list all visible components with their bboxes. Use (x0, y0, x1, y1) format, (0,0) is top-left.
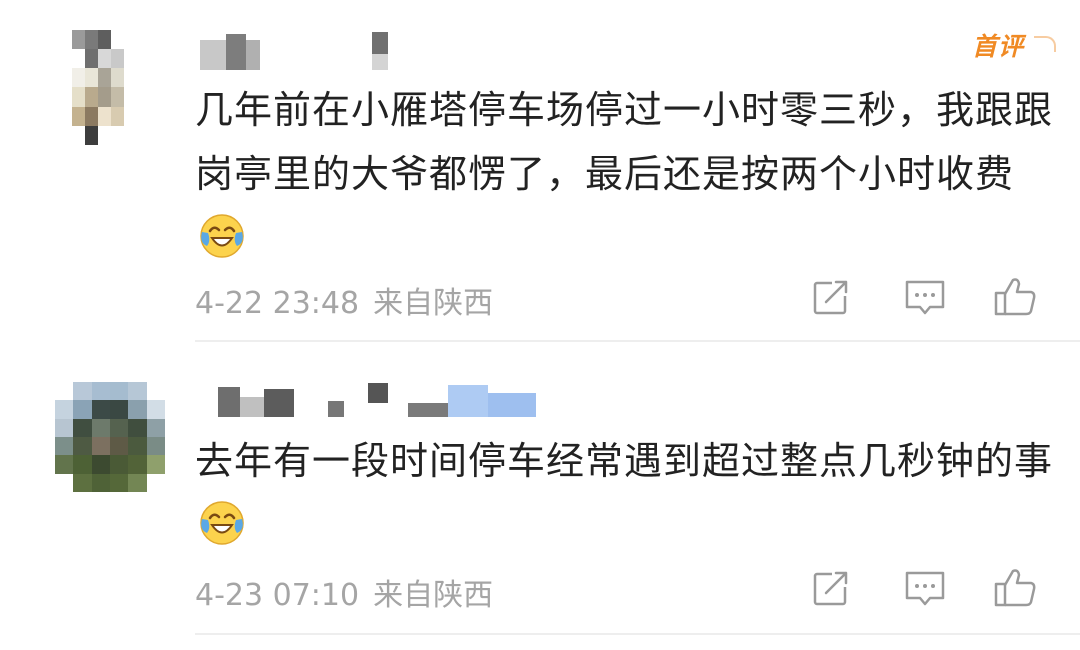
like-icon (994, 278, 1036, 316)
comment-actions (800, 563, 1050, 613)
repost-icon (813, 569, 850, 606)
comment-actions (800, 272, 1050, 322)
comment-date: 4-22 23:48 (195, 286, 360, 321)
comment-location: 来自陕西 (373, 578, 494, 613)
first-comment-badge: 首评 (972, 30, 1056, 64)
comment-item: 去年有一段时间停车经常遇到超过整点几秒钟的事 4-23 07:10 来自陕西 (0, 345, 1080, 640)
comment-item: 首评 几年前在小雁塔停车场停过一小时零三秒，我跟跟岗亭里的大爷都愣了，最后还是按… (0, 0, 1080, 345)
like-button[interactable] (990, 563, 1040, 613)
like-button[interactable] (990, 272, 1040, 322)
avatar[interactable] (55, 382, 165, 492)
repost-icon (813, 278, 850, 315)
repost-button[interactable] (806, 272, 856, 322)
username-blurred[interactable] (218, 383, 548, 423)
comment-text: 去年有一段时间停车经常遇到超过整点几秒钟的事 (195, 429, 1055, 557)
repost-button[interactable] (806, 563, 856, 613)
comment-text: 几年前在小雁塔停车场停过一小时零三秒，我跟跟岗亭里的大爷都愣了，最后还是按两个小… (195, 78, 1055, 270)
comment-meta: 4-22 23:48 来自陕西 (195, 278, 493, 322)
username-blurred[interactable] (200, 32, 400, 72)
comment-date: 4-23 07:10 (195, 578, 360, 613)
avatar[interactable] (72, 30, 150, 145)
comment-button[interactable] (900, 272, 950, 322)
like-icon (994, 569, 1036, 607)
comment-location: 来自陕西 (373, 286, 494, 321)
divider (195, 633, 1080, 635)
comment-icon (905, 571, 945, 606)
comment-meta: 4-23 07:10 来自陕西 (195, 570, 493, 614)
laughing-crying-emoji-icon (199, 213, 245, 259)
comment-button[interactable] (900, 563, 950, 613)
divider (195, 340, 1080, 342)
laughing-crying-emoji-icon (199, 500, 245, 546)
comment-icon (905, 280, 945, 315)
